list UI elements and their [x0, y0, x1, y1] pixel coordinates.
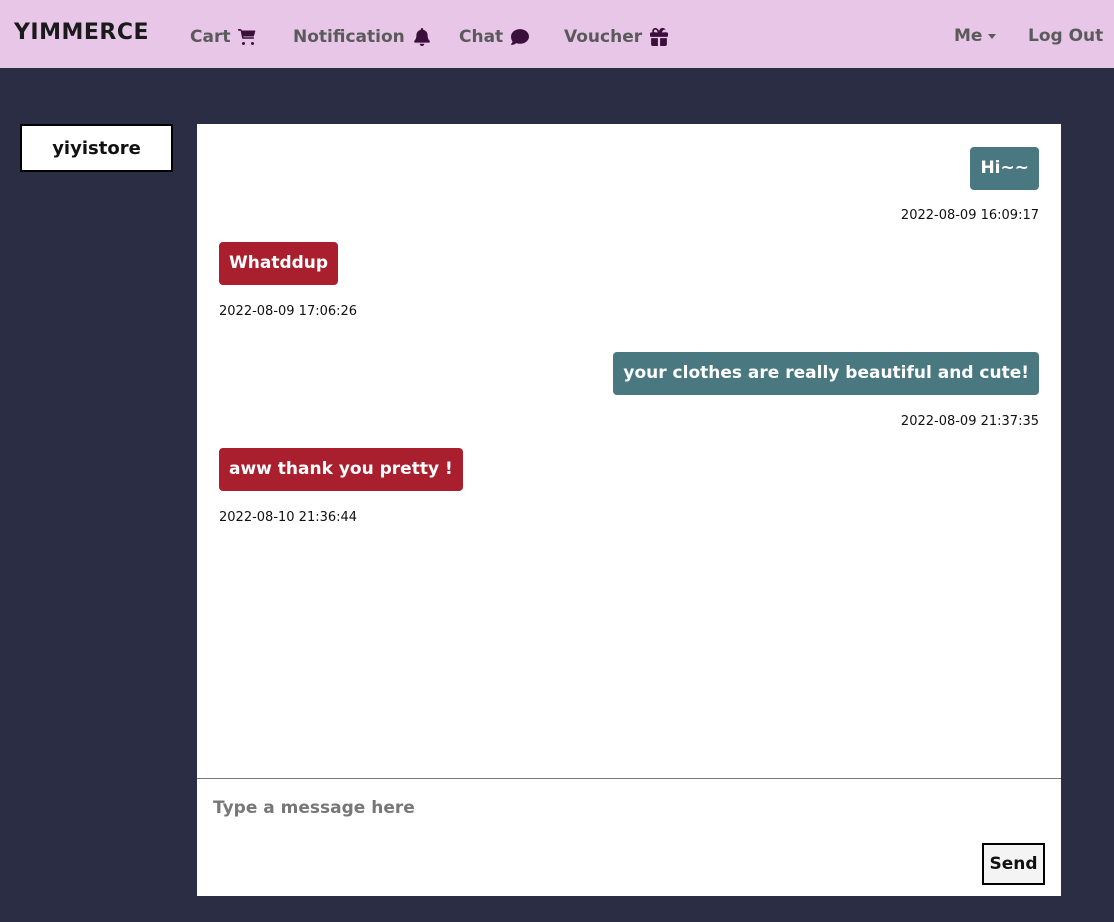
nav-chat-link[interactable]: Chat	[459, 27, 530, 47]
message-timestamp: 2022-08-09 21:37:35	[900, 414, 1039, 429]
message-input[interactable]	[197, 780, 1061, 836]
me-label: Me	[954, 26, 983, 46]
message-bubble-sent: your clothes are really beautiful and cu…	[613, 352, 1039, 395]
nav-voucher-link[interactable]: Voucher	[564, 27, 669, 47]
chat-panel: Hi~~ 2022-08-09 16:09:17 Whatddup 2022-0…	[197, 124, 1061, 896]
logout-link[interactable]: Log Out	[1028, 26, 1103, 46]
message-bubble-received: Whatddup	[219, 242, 339, 285]
bell-icon	[413, 28, 431, 46]
input-divider	[197, 778, 1061, 779]
nav-notification-link[interactable]: Notification	[293, 27, 431, 47]
nav-cart-label: Cart	[190, 27, 231, 47]
caret-down-icon	[988, 33, 997, 39]
cart-icon	[238, 28, 256, 46]
message-timestamp: 2022-08-09 17:06:26	[219, 304, 358, 319]
send-button[interactable]: Send	[982, 843, 1045, 885]
nav-notification-label: Notification	[293, 27, 405, 47]
me-dropdown[interactable]: Me	[954, 26, 997, 46]
brand-logo[interactable]: YIMMERCE	[14, 20, 149, 45]
message-timestamp: 2022-08-10 21:36:44	[219, 510, 358, 525]
chat-bubble-icon	[511, 28, 530, 46]
contact-item[interactable]: yiyistore	[20, 124, 173, 172]
message-list: Hi~~ 2022-08-09 16:09:17 Whatddup 2022-0…	[197, 124, 1061, 778]
nav-chat-label: Chat	[459, 27, 504, 47]
nav-cart-link[interactable]: Cart	[190, 27, 256, 47]
message-timestamp: 2022-08-09 16:09:17	[900, 208, 1039, 223]
message-bubble-received: aww thank you pretty !	[219, 448, 463, 491]
message-bubble-sent: Hi~~	[970, 147, 1039, 190]
top-navbar: YIMMERCE Cart Notification Chat Voucher …	[0, 0, 1114, 68]
nav-voucher-label: Voucher	[564, 27, 643, 47]
gift-icon	[650, 28, 669, 46]
